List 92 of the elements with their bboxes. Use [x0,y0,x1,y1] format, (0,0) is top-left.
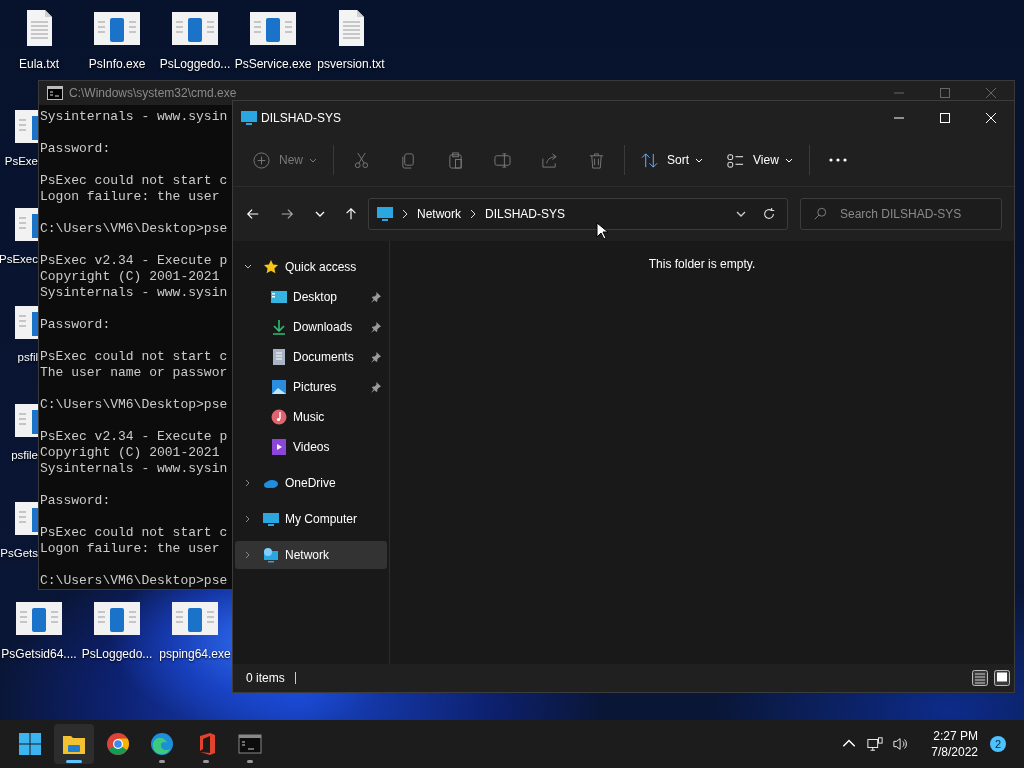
nav-item[interactable]: My Computer [235,505,387,533]
console-line: Logon failure: the user [40,541,220,557]
nav-item[interactable]: Network [235,541,387,569]
breadcrumb-link[interactable]: DILSHAD-SYS [485,207,566,221]
console-line: Password: [40,141,111,157]
picture-icon [271,379,287,395]
network-monitor-icon [263,547,279,563]
console-line: Copyright (C) 2001-2021 [40,269,220,285]
chevron-down-icon[interactable] [735,210,747,218]
console-icon [47,86,63,100]
caret-icon [695,157,704,163]
pin-icon[interactable] [370,381,381,393]
console-line: Sysinternals - www.sysin [40,285,228,301]
console-line: C:\Users\VM6\Desktop>pse [40,397,228,413]
monitor-icon [377,206,393,222]
view-button[interactable]: View [721,143,799,177]
refresh-icon[interactable] [762,207,776,221]
file-name[interactable]: Eula.txt [19,57,59,71]
monitor-icon [241,109,257,126]
file-name[interactable]: psfil [17,351,38,363]
console-line: Password: [40,493,111,509]
nav-item[interactable]: Pictures [235,373,387,401]
nav-item[interactable]: Videos [235,433,387,461]
nav-item[interactable]: Downloads [235,313,387,341]
console-line: C:\Users\VM6\Desktop>pse [40,573,228,589]
file-name[interactable]: PsInfo.exe [88,57,146,71]
console-line: PsExec v2.34 - Execute p [40,429,228,445]
chevron-right-icon [470,209,476,219]
file-name[interactable]: psversion.txt [317,57,385,71]
search-icon [813,207,827,221]
caret-icon [309,157,317,163]
console-line: PsExec could not start c [40,525,228,541]
file-name[interactable]: PsGets [0,547,38,559]
clock-date[interactable]: 7/8/2022 [931,744,978,760]
explorer-taskbar-button[interactable] [54,724,94,764]
file-name[interactable]: PsGetsid64.... [1,647,77,661]
clock-time[interactable]: 2:27 PM [933,728,978,744]
file-name[interactable]: PsService.exe [234,57,312,71]
console-line: C:\Users\VM6\Desktop>pse [40,221,228,237]
caret-icon [784,157,793,163]
desktop-folder-icon [271,289,287,305]
file-name[interactable]: psfile [11,449,38,461]
large-icons-view-icon[interactable] [994,670,1010,686]
file-name[interactable]: PsExe [4,155,38,167]
volume-icon[interactable] [893,736,910,752]
browser-logo-icon [150,732,174,756]
windows-logo-icon [18,732,42,756]
console-line: The user name or passwor [40,365,228,381]
chevron-right-icon [402,209,408,219]
music-note-icon [271,409,287,425]
file-name[interactable]: PsLoggedo... [159,57,231,71]
star-icon [263,259,279,275]
nav-item[interactable]: Documents [235,343,387,371]
up-arrow-icon[interactable] [344,207,358,221]
nav-item[interactable]: Desktop [235,283,387,311]
sort-button[interactable]: Sort [635,143,710,177]
nav-item[interactable]: Quick access [235,253,387,281]
pin-icon[interactable] [370,351,381,363]
notification-count[interactable]: 2 [990,736,1006,752]
window-title: C:\Windows\system32\cmd.exe [69,86,237,100]
browser-logo-icon [106,732,130,756]
console-line: Password: [40,317,111,333]
console-line: Logon failure: the user [40,189,220,205]
item-count: 0 items [246,671,285,685]
video-icon [271,439,287,455]
console-line: Sysinternals - www.sysin [40,109,228,125]
console-line: PsExec could not start c [40,349,228,365]
monitor-icon [263,511,279,527]
pin-icon[interactable] [370,291,381,303]
console-icon [238,732,262,756]
file-name[interactable]: PsLoggedo... [81,647,153,661]
breadcrumb-link[interactable]: Network [417,207,461,221]
document-icon [271,349,287,365]
download-arrow-icon [271,319,287,335]
forward-arrow-icon[interactable] [280,207,294,221]
nav-item[interactable]: OneDrive [235,469,387,497]
mouse-pointer-icon [596,222,608,240]
back-arrow-icon[interactable] [246,207,260,221]
file-name[interactable]: PsExec [0,253,38,265]
console-line: PsExec could not start c [40,173,228,189]
console-line: Copyright (C) 2001-2021 [40,445,220,461]
address-bar[interactable]: Network DILSHAD-SYS [368,198,788,230]
window-title: DILSHAD-SYS [261,110,342,125]
details-view-icon[interactable] [972,670,988,686]
network-icon[interactable] [867,736,884,752]
nav-item[interactable]: Music [235,403,387,431]
pin-icon[interactable] [370,321,381,333]
console-line: PsExec v2.34 - Execute p [40,253,228,269]
search-field[interactable]: Search DILSHAD-SYS [800,198,1002,230]
console-line: Sysinternals - www.sysin [40,461,228,477]
empty-folder-message: This folder is empty. [648,257,756,273]
file-name[interactable]: psping64.exe [159,647,231,661]
